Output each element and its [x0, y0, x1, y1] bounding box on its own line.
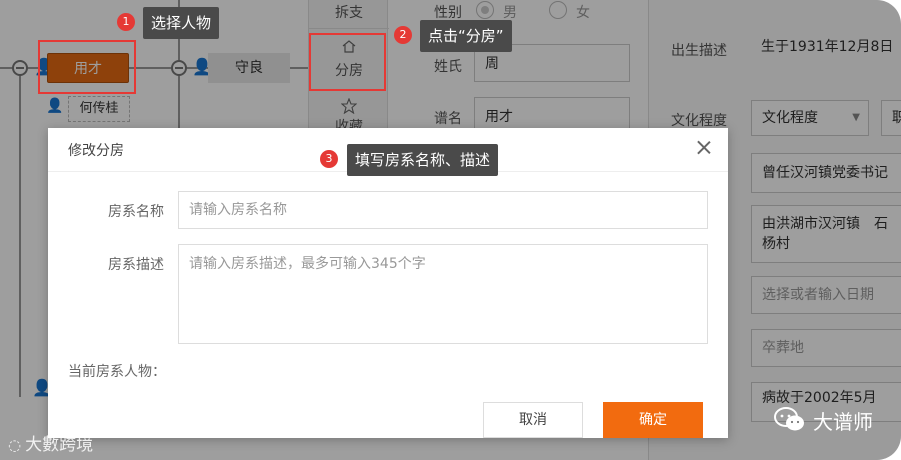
- watermark-logo-icon: ◌: [8, 436, 22, 454]
- highlight-frame-branch: [309, 33, 386, 91]
- wechat-icon: [774, 407, 804, 431]
- step-badge-3: 3: [320, 150, 338, 168]
- current-members-label: 当前房系人物：: [68, 364, 166, 380]
- dialog-title: 修改分房: [68, 143, 124, 159]
- confirm-button[interactable]: 确定: [603, 402, 703, 438]
- watermark-left: ◌ 大數跨境: [8, 430, 93, 455]
- step-tip-3: 填写房系名称、描述: [347, 144, 499, 176]
- branch-name-input[interactable]: [178, 191, 708, 229]
- cancel-button[interactable]: 取消: [483, 402, 583, 438]
- watermark-left-text: 大數跨境: [25, 435, 94, 455]
- step-tip-2: 点击“分房”: [420, 20, 512, 52]
- branch-desc-textarea[interactable]: [178, 244, 708, 344]
- step-badge-1: 1: [117, 13, 135, 31]
- step-badge-2: 2: [394, 26, 412, 44]
- highlight-frame-person: [38, 40, 136, 94]
- branch-name-label: 房系名称: [108, 204, 164, 220]
- branch-desc-label: 房系描述: [108, 257, 164, 273]
- step-tip-1: 选择人物: [143, 7, 220, 39]
- close-icon[interactable]: [694, 138, 714, 158]
- page-background: 👤 👤 👤 👤 用才 何传桂 守良 拆支 分房 收藏 性别 男 女 姓氏 周 谱…: [0, 0, 901, 460]
- watermark-right: 大谱师: [773, 402, 873, 438]
- watermark-right-text: 大谱师: [813, 409, 873, 434]
